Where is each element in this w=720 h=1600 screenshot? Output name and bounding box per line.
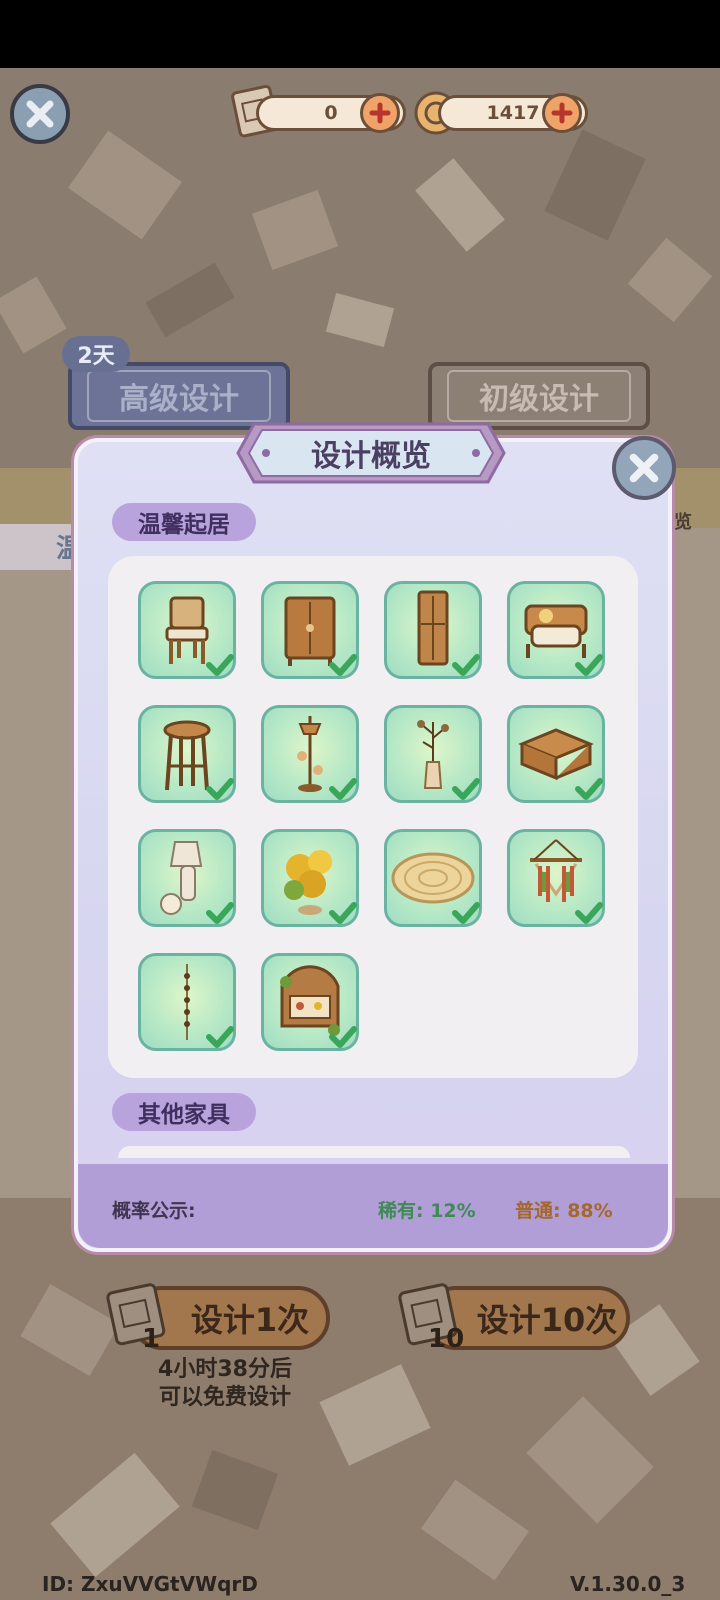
scroll-icon — [106, 1283, 166, 1346]
tab-advanced-label: 高级设计 — [87, 370, 271, 422]
check-icon — [329, 902, 357, 924]
design-once-label: 设计1次 — [190, 1301, 310, 1339]
check-icon — [452, 654, 480, 676]
close-icon — [26, 100, 54, 128]
design-once-cost: 1 — [142, 1324, 161, 1354]
user-id: ID: ZxuVVGtVWqrD — [42, 1572, 258, 1596]
check-icon — [206, 902, 234, 924]
design-ten-cost: 10 — [428, 1324, 465, 1354]
plus-icon — [551, 102, 573, 124]
item-tall-bookcase[interactable] — [384, 581, 482, 679]
add-scroll-button[interactable] — [360, 93, 400, 133]
check-icon — [206, 1026, 234, 1048]
item-hanging-lamp[interactable] — [261, 705, 359, 803]
item-table-lamp[interactable] — [138, 829, 236, 927]
odds-label: 概率公示: — [112, 1200, 196, 1222]
check-icon — [575, 654, 603, 676]
section-label-other-furniture: 其他家具 — [112, 1093, 256, 1131]
check-icon — [452, 902, 480, 924]
common-odds: 普通: 88% — [515, 1200, 613, 1222]
check-icon — [329, 654, 357, 676]
background-category-tab: 温 — [0, 524, 82, 570]
rare-odds: 稀有: 12% — [378, 1200, 476, 1222]
check-icon — [329, 778, 357, 800]
scroll-currency: 0 — [228, 84, 418, 138]
plus-icon — [369, 102, 391, 124]
check-icon — [206, 778, 234, 800]
item-macrame-hanging[interactable] — [507, 829, 605, 927]
item-cushioned-sofa[interactable] — [507, 581, 605, 679]
version-label: V.1.30.0_3 — [570, 1572, 686, 1596]
free-timer-line2: 可以免费设计 — [158, 1385, 291, 1410]
item-round-rug[interactable] — [384, 829, 482, 927]
item-wooden-cabinet[interactable] — [261, 581, 359, 679]
check-icon — [575, 902, 603, 924]
item-bead-string[interactable] — [138, 953, 236, 1051]
free-design-timer: 4小时38分后 可以免费设计 — [130, 1356, 320, 1412]
check-icon — [206, 654, 234, 676]
design-ten-label: 设计10次 — [476, 1301, 618, 1339]
item-flower-shelf[interactable] — [261, 953, 359, 1051]
exit-button[interactable] — [10, 84, 70, 144]
item-vase-branch[interactable] — [384, 705, 482, 803]
item-yellow-flowers[interactable] — [261, 829, 359, 927]
free-timer-line1: 4小时38分后 — [158, 1357, 292, 1382]
status-bar — [0, 0, 720, 68]
days-badge: 2天 — [62, 336, 130, 372]
section-label-cozy: 温馨起居 — [112, 503, 256, 541]
modal-title: 设计概览 — [311, 439, 431, 474]
other-items-panel — [118, 1146, 630, 1158]
coin-currency: 1417 — [410, 91, 600, 135]
modal-close-button[interactable] — [612, 436, 676, 500]
item-bar-stool[interactable] — [138, 705, 236, 803]
item-wicker-chair[interactable] — [138, 581, 236, 679]
check-icon — [452, 778, 480, 800]
check-icon — [329, 1026, 357, 1048]
add-coin-button[interactable] — [542, 93, 582, 133]
check-icon — [575, 778, 603, 800]
item-wooden-table[interactable] — [507, 705, 605, 803]
close-icon — [629, 453, 659, 483]
tab-basic-label: 初级设计 — [447, 370, 631, 422]
